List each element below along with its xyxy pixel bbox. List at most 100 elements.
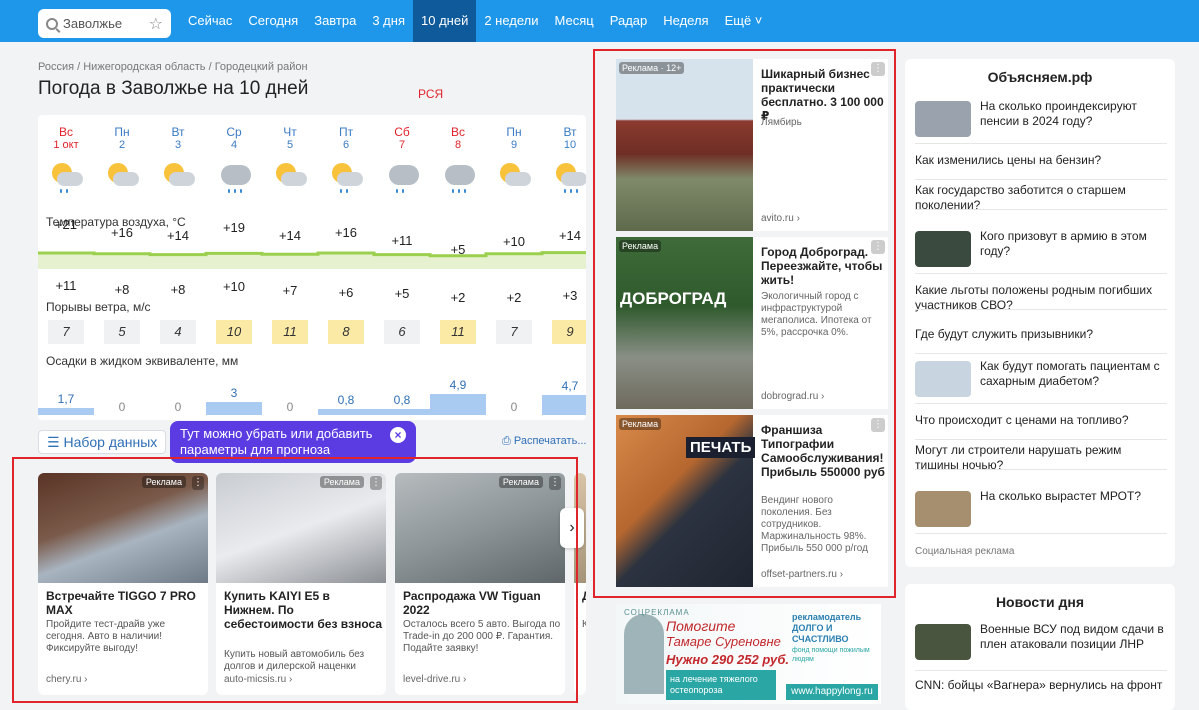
explain-title: Объясняем.рф	[987, 69, 1093, 85]
temp-min: +7	[282, 283, 298, 299]
cloud-shape	[113, 172, 139, 186]
explain-item[interactable]: Что происходит с ценами на топливо?	[915, 413, 1167, 428]
annotation-box-side	[593, 49, 896, 598]
explain-item-text: На сколько вырастет МРОТ?	[980, 489, 1142, 503]
banner-org: рекламодатель ДОЛГО И СЧАСТЛИВО	[792, 612, 862, 644]
temp-min: +10	[222, 279, 246, 295]
precip-value: 3	[230, 386, 238, 401]
rain-drop	[234, 189, 236, 193]
social-ad-banner[interactable]: СОЦРЕКЛАМА Помогите Тамаре Суреновне Нуж…	[616, 604, 881, 704]
partly-cloudy-light-rain-icon	[328, 161, 364, 193]
wind-label: Порывы ветра, м/с	[46, 300, 151, 314]
wind-gust-value: 7	[496, 320, 532, 344]
wind-gust-value: 6	[384, 320, 420, 344]
close-icon[interactable]: ×	[390, 427, 406, 443]
divider	[915, 469, 1167, 470]
explain-item[interactable]: На сколько вырастет МРОТ?	[915, 489, 1167, 527]
precip-value: 0	[286, 400, 294, 414]
precip-bar	[374, 409, 430, 415]
wind-gust-value: 4	[160, 320, 196, 344]
date-label: 5	[286, 139, 294, 151]
partly-cloudy-icon	[496, 161, 532, 193]
explain-item[interactable]: Как изменились цены на бензин?	[915, 153, 1167, 168]
temp-min: +2	[450, 289, 466, 305]
news-item[interactable]: CNN: бойцы «Вагнера» вернулись на фронт	[915, 678, 1167, 693]
cloud-shape	[505, 172, 531, 186]
nav-item[interactable]: 3 дня	[364, 0, 413, 42]
date-label: 4	[230, 139, 238, 151]
explain-thumb	[915, 231, 971, 267]
precip-value: 0,8	[337, 393, 355, 407]
dataset-label: Набор данных	[63, 434, 158, 450]
temp-max: +19	[222, 219, 246, 235]
nav-item[interactable]: Месяц	[547, 0, 602, 42]
cloud-shape	[561, 172, 586, 186]
explain-item-text: Как будут помогать пациентам с сахарным …	[980, 359, 1160, 388]
rain-drop	[66, 189, 68, 193]
explain-item-text: На сколько проиндексируют пенсии в 2024 …	[980, 99, 1137, 128]
explain-item-text: Как изменились цены на бензин?	[915, 153, 1102, 167]
precip-value: 4,9	[449, 378, 467, 393]
wind-gust-value: 11	[440, 320, 476, 344]
precip-label: Осадки в жидком эквиваленте, мм	[46, 354, 239, 368]
day-header: Ср 4	[206, 125, 262, 151]
date-label: 2	[118, 139, 126, 151]
cloudy-light-rain-icon	[384, 161, 420, 193]
top-nav-bar: Заволжье ☆ Сейчас Сегодня Завтра 3 дня 10 дн…	[0, 0, 1199, 42]
divider	[915, 353, 1167, 354]
day-header: Пн 9	[486, 125, 542, 151]
page-title: Погода в Заволжье на 10 дней	[38, 78, 309, 99]
nav-item[interactable]: Завтра	[306, 0, 364, 42]
partly-cloudy-rain-icon	[552, 161, 586, 193]
date-label: 7	[398, 139, 406, 151]
print-link[interactable]: ⎙ Распечатать...	[502, 435, 587, 448]
precip-value: 0	[118, 400, 126, 414]
nav-item[interactable]: Ещё ˅	[717, 0, 771, 42]
rain-drop	[60, 189, 62, 193]
nav-item[interactable]: Сейчас	[180, 0, 240, 42]
nav-item[interactable]: Неделя	[655, 0, 716, 42]
star-icon[interactable]: ☆	[149, 14, 163, 34]
cloudy-rain-icon	[440, 161, 476, 193]
explain-item[interactable]: На сколько проиндексируют пенсии в 2024 …	[915, 99, 1167, 137]
temp-max: +14	[166, 227, 190, 243]
banner-line3: Нужно 290 252 руб.	[666, 652, 790, 667]
dataset-button[interactable]: ☰ Набор данных	[38, 430, 167, 454]
partly-cloudy-icon	[160, 161, 196, 193]
banner-org-sub: фонд помощи пожилым людям	[792, 647, 870, 663]
explain-item[interactable]: Как будут помогать пациентам с сахарным …	[915, 359, 1167, 397]
news-item[interactable]: Военные ВСУ под видом сдачи в плен атако…	[915, 622, 1167, 660]
search-icon	[46, 17, 58, 30]
precip-bar	[542, 395, 586, 415]
temp-max: +16	[334, 224, 358, 240]
explain-item-text: Как государство заботится о старшем поко…	[915, 183, 1126, 212]
search-input[interactable]: Заволжье ☆	[38, 9, 171, 38]
nav-item[interactable]: Сегодня	[240, 0, 306, 42]
forecast-panel: Температура воздуха, °С Порывы ветра, м/…	[38, 115, 586, 420]
nav-item[interactable]: Радар	[602, 0, 656, 42]
wind-gust-value: 5	[104, 320, 140, 344]
temp-max: +21	[54, 216, 78, 232]
explain-item-text: Какие льготы положены родным погибших уч…	[915, 283, 1153, 312]
weekday-label: Пн	[114, 125, 130, 139]
weekday-label: Сб	[394, 125, 410, 139]
ad-title: До и б за l	[582, 589, 586, 603]
nav-item[interactable]: 10 дней	[413, 0, 477, 42]
temp-min: +5	[394, 285, 410, 301]
explain-item-text: Могут ли строители нарушать режим тишины…	[915, 443, 1122, 472]
precip-value: 1,7	[57, 391, 75, 406]
wind-gust-value: 8	[328, 320, 364, 344]
day-header: Чт 5	[262, 125, 318, 151]
wind-gust-value: 11	[272, 320, 308, 344]
temp-min: +3	[562, 288, 578, 304]
day-header: Пт 6	[318, 125, 374, 151]
wind-gust-value: 7	[48, 320, 84, 344]
explain-item[interactable]: Кого призовут в армию в этом году?	[915, 229, 1167, 267]
explain-item[interactable]: Где будут служить призывники?	[915, 327, 1167, 342]
explain-thumb	[915, 361, 971, 397]
precip-value: 0,8	[393, 393, 411, 407]
elderly-woman-image	[624, 614, 664, 694]
nav-item[interactable]: 2 недели	[476, 0, 546, 42]
wind-gust-value: 9	[552, 320, 586, 344]
temp-min: +2	[506, 289, 522, 305]
